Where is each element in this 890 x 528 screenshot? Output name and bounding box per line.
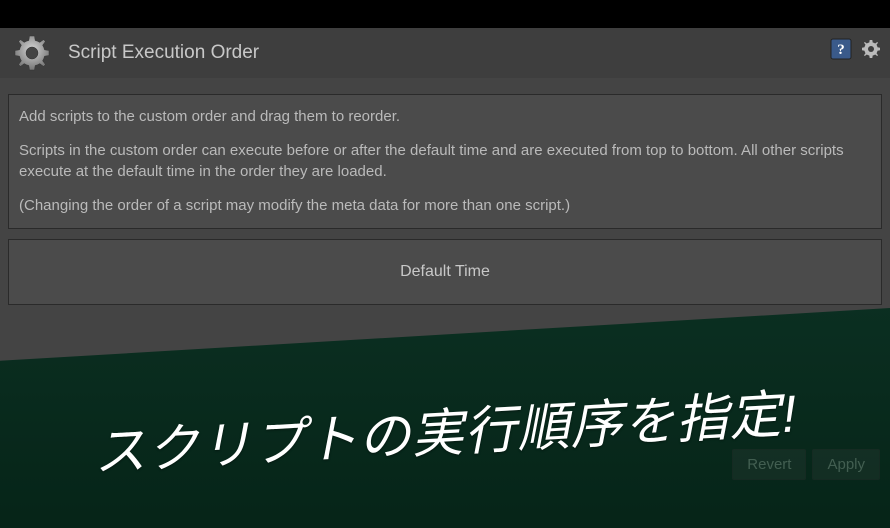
gear-icon [12,33,52,73]
info-text-1: Add scripts to the custom order and drag… [19,107,871,127]
default-time-label: Default Time [400,263,490,281]
settings-gear-icon[interactable] [860,38,882,60]
action-buttons: Revert Apply [732,449,880,480]
help-icon[interactable]: ? [830,38,852,60]
content-area: Add scripts to the custom order and drag… [0,78,890,313]
info-text-3: (Changing the order of a script may modi… [19,196,871,216]
page-title: Script Execution Order [68,42,259,64]
info-text-2: Scripts in the custom order can execute … [19,141,871,182]
default-time-panel[interactable]: Default Time [8,239,882,305]
svg-text:?: ? [837,42,845,58]
banner-text: スクリプトの実行順序を指定! [91,371,799,485]
info-panel: Add scripts to the custom order and drag… [8,94,882,229]
banner-overlay: スクリプトの実行順序を指定! [0,308,890,528]
revert-button[interactable]: Revert [732,449,806,480]
header-actions: ? [830,38,882,60]
apply-button[interactable]: Apply [812,449,880,480]
header-bar: Script Execution Order ? [0,28,890,78]
